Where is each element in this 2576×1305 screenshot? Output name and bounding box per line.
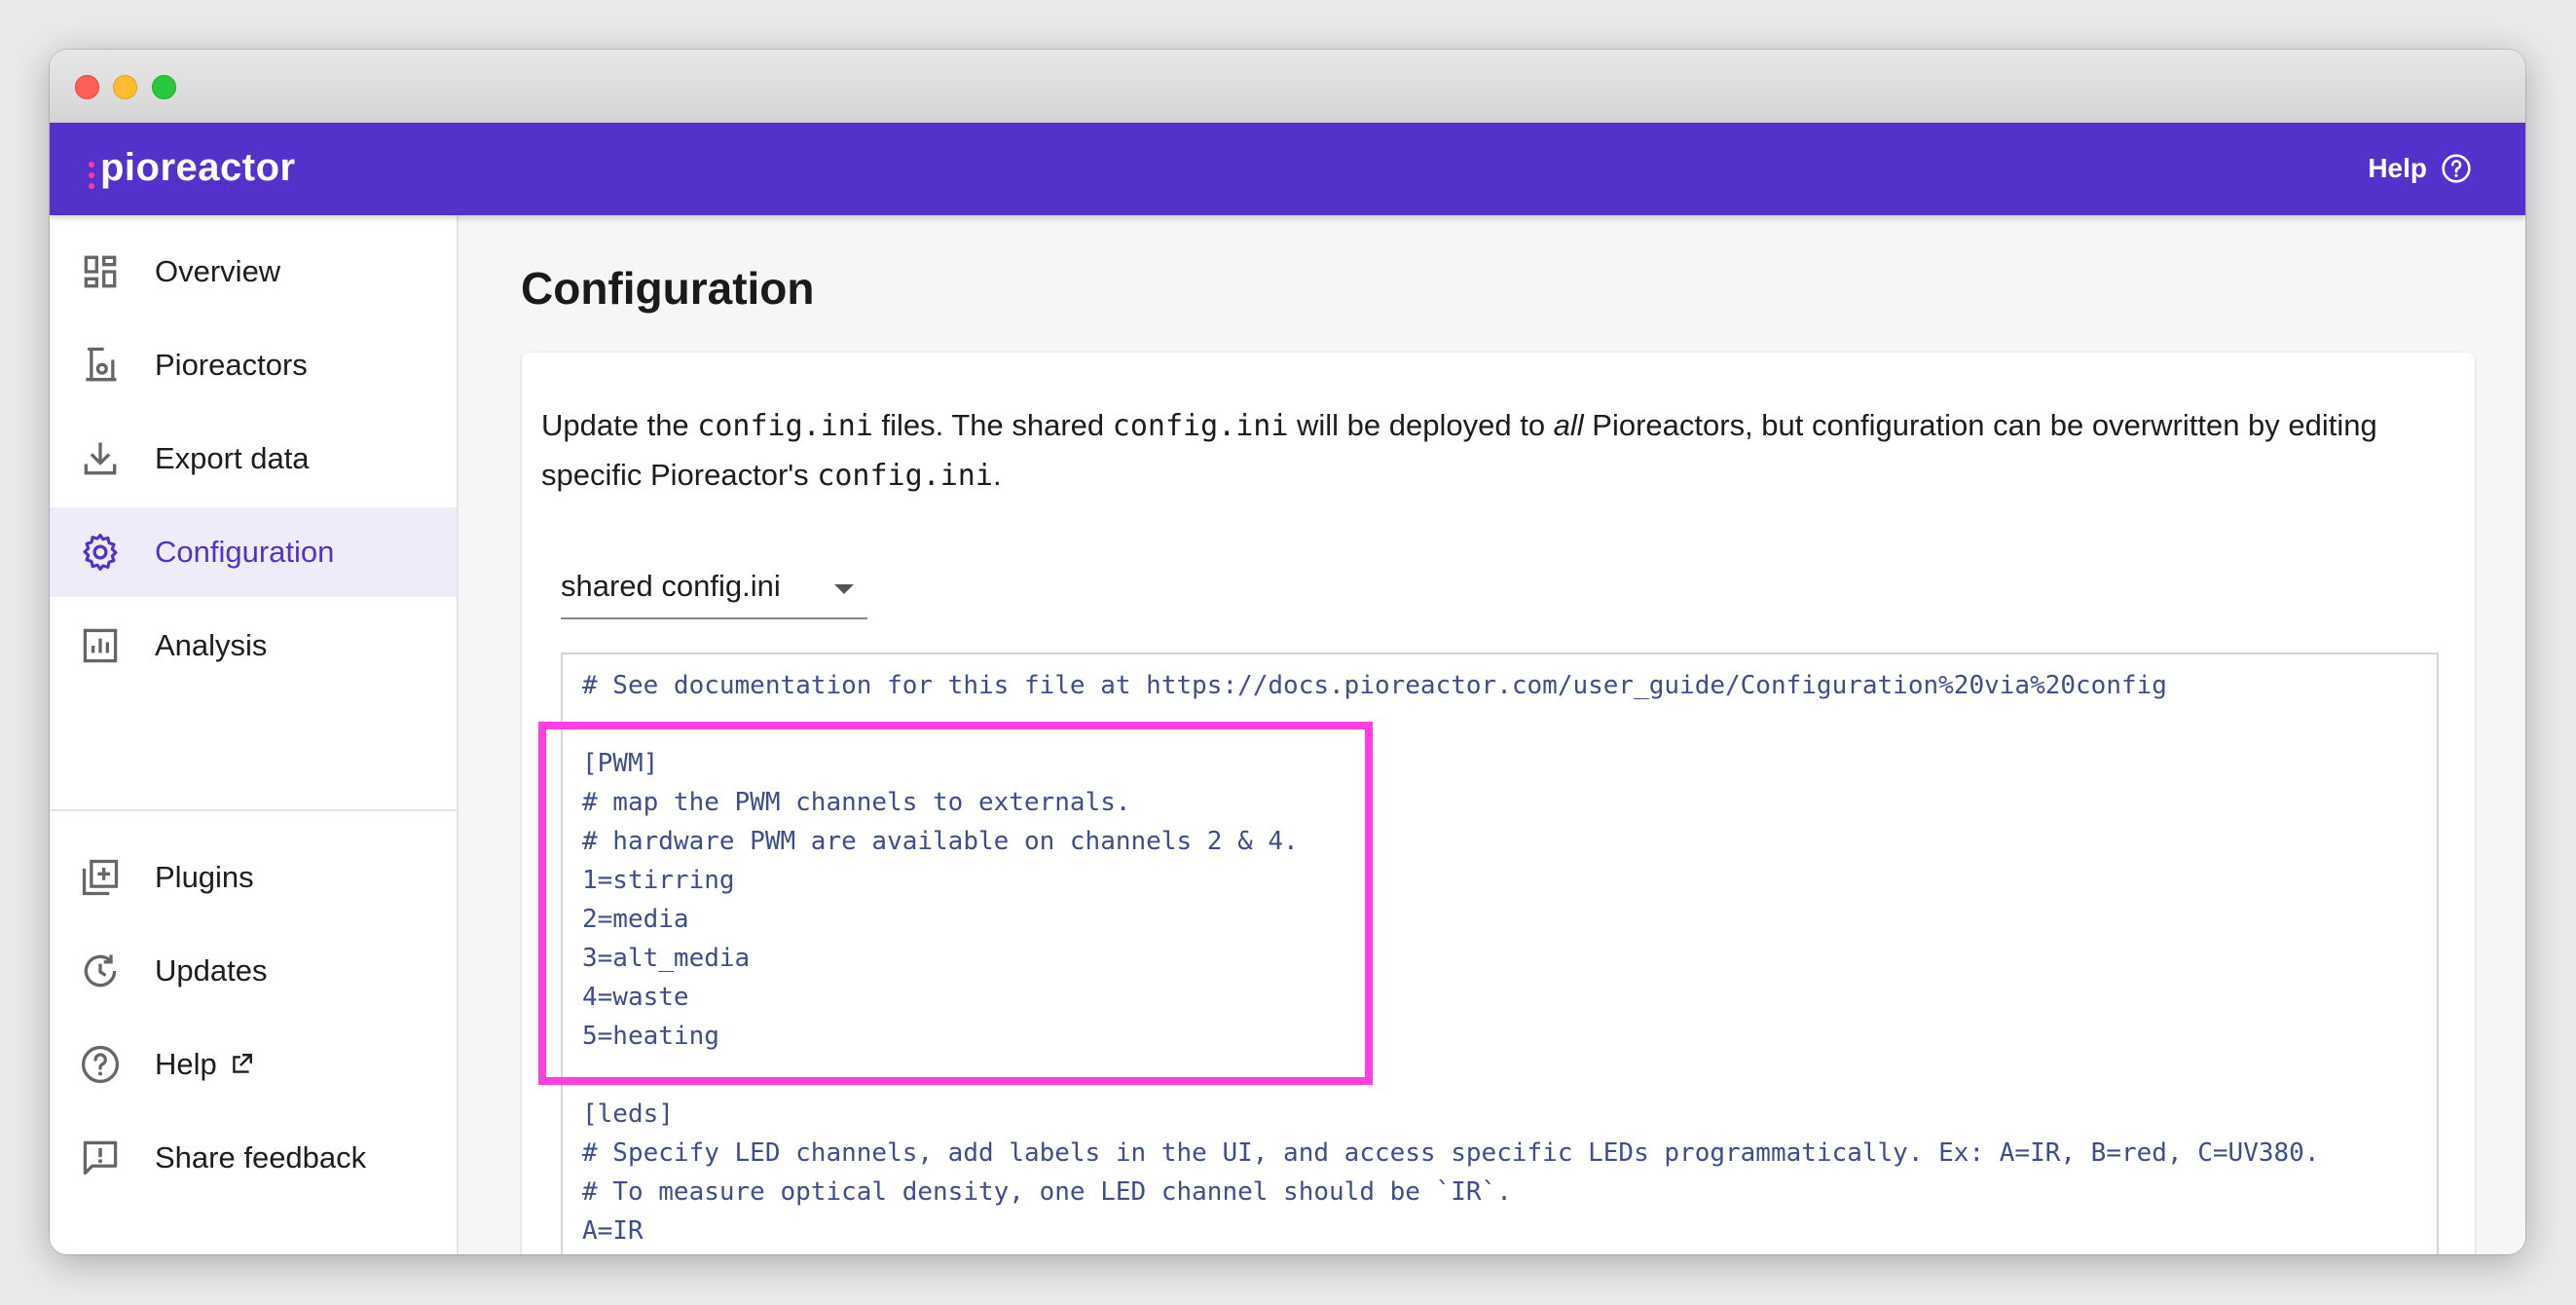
code-line: # To measure optical density, one LED ch… [582, 1177, 1512, 1207]
header-help-button[interactable]: Help [2368, 147, 2472, 190]
help-circle-icon [2442, 154, 2471, 183]
pioreactor-logo[interactable]: pioreactor [89, 138, 296, 197]
code-line: 1=stirring [582, 866, 735, 895]
code-line: A=IR [582, 1216, 644, 1246]
config-code-editor[interactable]: # See documentation for this file at htt… [561, 652, 2439, 1254]
add-box-icon [82, 859, 119, 896]
code-line: # map the PWM channels to externals. [582, 788, 1131, 817]
dashboard-icon [84, 255, 117, 288]
help-circle-icon [81, 1045, 120, 1084]
config-file-select[interactable]: shared config.ini [561, 559, 867, 619]
sidebar-item-label: Configuration [155, 535, 335, 569]
download-icon [84, 442, 117, 475]
code-line: [PWM] [582, 749, 659, 778]
sidebar-item-label: Analysis [155, 628, 268, 662]
sidebar-item-help[interactable]: Help [50, 1020, 457, 1109]
gear-icon [83, 534, 118, 571]
logo-dots-icon [89, 151, 96, 189]
bar-chart-icon [83, 628, 118, 663]
sidebar-item-label: Overview [155, 254, 281, 288]
code-line: # See documentation for this file at htt… [582, 671, 2167, 700]
sidebar-item-label: Export data [155, 441, 310, 475]
sidebar-item-label: Share feedback [155, 1140, 367, 1174]
app-header: pioreactor Help [50, 123, 2525, 215]
logo-text: pioreactor [100, 145, 296, 189]
sidebar: Overview Pioreactors Export data Configu… [50, 215, 459, 1254]
config-file-select-value: shared config.ini [561, 569, 781, 603]
code-line: # Specify LED channels, add labels in th… [582, 1138, 2320, 1168]
code-line: 2=media [582, 905, 689, 934]
sidebar-divider [50, 809, 457, 811]
page-title: Configuration [521, 263, 815, 314]
sidebar-item-pioreactors[interactable]: Pioreactors [50, 320, 457, 410]
sidebar-item-share-feedback[interactable]: Share feedback [50, 1113, 457, 1203]
sidebar-item-configuration[interactable]: Configuration [50, 507, 457, 597]
external-link-icon [233, 1054, 253, 1073]
code-line: 3=alt_media [582, 944, 751, 973]
header-help-label: Help [2368, 153, 2427, 183]
app-window: pioreactor Help Overview Pioreactors Exp… [50, 50, 2525, 1254]
sidebar-item-label: Plugins [155, 860, 254, 894]
pioreactor-icon [86, 347, 117, 382]
configuration-description: Update the config.ini files. The shared … [541, 408, 2377, 493]
configuration-card: Update the config.ini files. The shared … [522, 353, 2475, 1254]
code-line: 5=heating [582, 1022, 719, 1051]
zoom-window-button[interactable] [152, 75, 176, 99]
sidebar-item-label: Pioreactors [155, 348, 308, 382]
sidebar-item-analysis[interactable]: Analysis [50, 601, 457, 690]
update-icon [84, 954, 117, 988]
feedback-icon [83, 1140, 118, 1175]
chevron-down-icon [834, 584, 854, 594]
sidebar-item-overview[interactable]: Overview [50, 227, 457, 317]
code-line: 4=waste [582, 983, 689, 1012]
sidebar-item-label: Help [155, 1047, 254, 1082]
window-titlebar [50, 50, 2525, 124]
sidebar-item-export-data[interactable]: Export data [50, 414, 457, 503]
minimize-window-button[interactable] [113, 75, 137, 99]
code-line: # hardware PWM are available on channels… [582, 827, 1299, 856]
close-window-button[interactable] [75, 75, 99, 99]
main-content: Configuration Update the config.ini file… [459, 215, 2525, 1254]
sidebar-item-label: Updates [155, 953, 268, 988]
sidebar-item-updates[interactable]: Updates [50, 926, 457, 1016]
code-line: [leds] [582, 1100, 674, 1129]
sidebar-item-plugins[interactable]: Plugins [50, 833, 457, 922]
